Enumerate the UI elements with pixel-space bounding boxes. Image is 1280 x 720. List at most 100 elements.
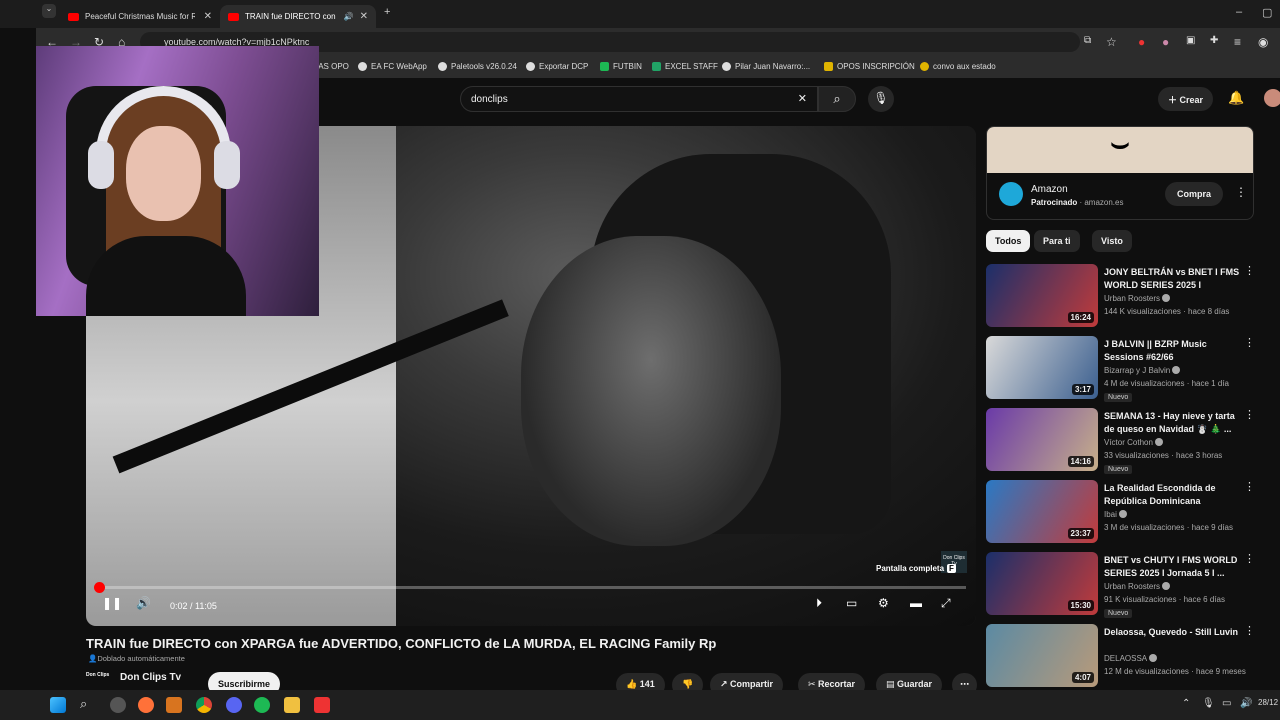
new-tab-icon[interactable]: + (384, 6, 390, 18)
dislike-button[interactable]: 👎 (672, 673, 704, 690)
speaker-icon[interactable]: 🔊 (344, 12, 354, 21)
recommendation-card[interactable]: 15:30 BNET vs CHUTY I FMS WORLD SERIES 2… (986, 552, 1255, 618)
more-actions-button[interactable]: ⋯ (952, 673, 977, 690)
bookmark-item[interactable]: Paletools v26.0.24 (438, 62, 517, 71)
chrome-icon[interactable] (196, 697, 212, 713)
tab-train-directo[interactable]: TRAIN fue DIRECTO con XP 🔊 ✕ (220, 5, 376, 28)
microphone-icon[interactable]: 🎙 (1202, 698, 1215, 709)
extension-icon[interactable]: ● (1162, 35, 1169, 49)
progress-scrubber[interactable] (93, 582, 105, 593)
file-explorer-icon[interactable] (284, 697, 300, 713)
extension-icon[interactable]: ▣ (1186, 35, 1195, 46)
recommendation-title[interactable]: JONY BELTRÁN vs BNET I FMS WORLD SERIES … (1104, 266, 1240, 292)
install-app-icon[interactable]: ⧉ (1084, 35, 1091, 46)
tab-search-icon[interactable]: ⌄ (42, 4, 56, 18)
app-icon[interactable] (110, 697, 126, 713)
bookmark-item[interactable]: FUTBIN (600, 62, 642, 71)
recommendation-channel[interactable]: Ibai (1104, 510, 1127, 519)
bookmark-item[interactable]: Pilar Juan Navarro:... (722, 62, 810, 71)
bookmark-item[interactable]: IAS OPO (316, 62, 349, 71)
recommendation-channel[interactable]: DELAOSSA (1104, 654, 1158, 663)
recommendation-card[interactable]: 14:16 SEMANA 13 - Hay nieve y tarta de q… (986, 408, 1255, 474)
app-icon[interactable] (166, 697, 182, 713)
close-tab-icon[interactable]: ✕ (360, 11, 368, 22)
recommendation-channel[interactable]: Bizarrap y J Balvin (1104, 366, 1181, 375)
channel-name[interactable]: Don Clips Tv (120, 672, 181, 683)
subscribe-button[interactable]: Suscribirme (208, 672, 280, 690)
sponsored-ad[interactable]: ⌣ Amazon Patrocinado · amazon.es Compra … (986, 126, 1254, 220)
media-control-icon[interactable]: ≡ (1234, 35, 1241, 49)
video-thumbnail[interactable]: 3:17 (986, 336, 1098, 399)
save-button[interactable]: ▤ Guardar (876, 673, 943, 690)
tab-christmas-music[interactable]: Peaceful Christmas Music for Re ✕ (60, 5, 220, 28)
recommendation-channel[interactable]: Víctor Cothon (1104, 438, 1163, 447)
video-thumbnail[interactable]: 14:16 (986, 408, 1098, 471)
minimize-icon[interactable]: – (1236, 6, 1242, 18)
recommendation-title[interactable]: BNET vs CHUTY I FMS WORLD SERIES 2025 I … (1104, 554, 1240, 580)
video-thumbnail[interactable]: 4:07 (986, 624, 1098, 687)
spotify-icon[interactable] (254, 697, 270, 713)
recommendation-title[interactable]: SEMANA 13 - Hay nieve y tarta de queso e… (1104, 410, 1240, 436)
card-menu-icon[interactable]: ⋮ (1244, 336, 1255, 349)
profile-icon[interactable]: ◉ (1258, 35, 1268, 49)
voice-search-button[interactable]: 🎙 (868, 86, 894, 112)
clear-search-icon[interactable]: ✕ (798, 92, 807, 105)
progress-bar[interactable] (93, 582, 966, 593)
subtitles-icon[interactable]: ▭ (846, 596, 857, 610)
channel-avatar[interactable]: Don Clips (86, 672, 110, 690)
close-tab-icon[interactable]: ✕ (204, 11, 212, 22)
volume-icon[interactable]: 🔊 (1240, 698, 1252, 709)
pause-icon[interactable]: ❚❚ (102, 596, 122, 610)
ad-menu-icon[interactable]: ⋮ (1235, 185, 1247, 199)
create-button[interactable]: ＋ Crear (1158, 87, 1214, 111)
recommendation-title[interactable]: Delaossa, Quevedo - Still Luvin (1104, 626, 1240, 639)
bookmark-item[interactable]: OPOS INSCRIPCIÓN (824, 62, 915, 71)
bookmark-star-icon[interactable]: ☆ (1106, 35, 1117, 49)
ad-cta-button[interactable]: Compra (1165, 182, 1223, 206)
video-thumbnail[interactable]: 15:30 (986, 552, 1098, 615)
network-icon[interactable]: ▭ (1222, 698, 1231, 709)
card-menu-icon[interactable]: ⋮ (1244, 552, 1255, 565)
recommendation-card[interactable]: 3:17 J BALVIN || BZRP Music Sessions #62… (986, 336, 1255, 402)
fullscreen-icon[interactable]: ⤢ (941, 596, 951, 611)
recommendation-card[interactable]: 23:37 La Realidad Escondida de República… (986, 480, 1255, 544)
bookmark-item[interactable]: Exportar DCP (526, 62, 588, 71)
card-menu-icon[interactable]: ⋮ (1244, 264, 1255, 277)
recommendation-channel[interactable]: Urban Roosters (1104, 294, 1171, 303)
chip-para-ti[interactable]: Para ti (1034, 230, 1080, 252)
recommendation-title[interactable]: J BALVIN || BZRP Music Sessions #62/66 (1104, 338, 1240, 364)
settings-gear-icon[interactable]: ⚙ (878, 596, 889, 610)
clip-button[interactable]: ✂ Recortar (798, 673, 866, 690)
search-button[interactable]: ⌕ (818, 86, 856, 112)
bookmark-item[interactable]: EA FC WebApp (358, 62, 427, 71)
search-icon[interactable]: ⌕ (80, 696, 87, 712)
recommendation-card[interactable]: 16:24 JONY BELTRÁN vs BNET I FMS WORLD S… (986, 264, 1255, 328)
extensions-puzzle-icon[interactable]: ✚ (1210, 35, 1218, 46)
volume-icon[interactable]: 🔊 (136, 596, 151, 610)
bookmark-item[interactable]: convo aux estado (920, 62, 996, 71)
card-menu-icon[interactable]: ⋮ (1244, 480, 1255, 493)
search-input[interactable]: donclips ✕ (460, 86, 818, 112)
video-thumbnail[interactable]: 16:24 (986, 264, 1098, 327)
windows-start-icon[interactable] (50, 697, 66, 713)
like-button[interactable]: 👍 141 (616, 673, 665, 690)
recommendation-channel[interactable]: Urban Roosters (1104, 582, 1171, 591)
maximize-icon[interactable]: ▢ (1262, 6, 1272, 19)
card-menu-icon[interactable]: ⋮ (1244, 408, 1255, 421)
firefox-icon[interactable] (138, 697, 154, 713)
video-thumbnail[interactable]: 23:37 (986, 480, 1098, 543)
recommendation-title[interactable]: La Realidad Escondida de República Domin… (1104, 482, 1240, 508)
share-button[interactable]: ↗ Compartir (710, 673, 784, 690)
theater-mode-icon[interactable]: ▬ (910, 596, 922, 610)
card-menu-icon[interactable]: ⋮ (1244, 624, 1255, 637)
autoplay-toggle-icon[interactable]: ⏵ (816, 596, 822, 611)
chip-todos[interactable]: Todos (986, 230, 1031, 252)
notifications-bell-icon[interactable]: 🔔 (1228, 90, 1244, 106)
discord-icon[interactable] (226, 697, 242, 713)
tray-chevron-icon[interactable]: ⌃ (1182, 698, 1190, 709)
extension-icon[interactable]: ● (1138, 35, 1145, 49)
app-icon[interactable] (314, 697, 330, 713)
bookmark-item[interactable]: EXCEL STAFF (652, 62, 718, 71)
account-avatar[interactable] (1264, 89, 1280, 107)
recommendation-card[interactable]: 4:07 Delaossa, Quevedo - Still Luvin DEL… (986, 624, 1255, 688)
